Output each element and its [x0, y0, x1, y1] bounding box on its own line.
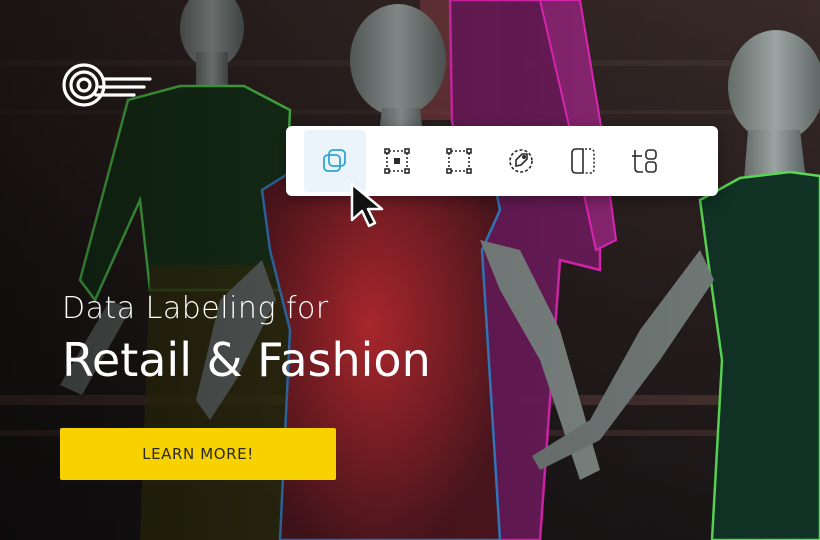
text-tag-icon — [632, 149, 657, 173]
split-frame-icon — [571, 148, 595, 174]
hero-subtitle: Data Labeling for — [62, 291, 329, 326]
learn-more-button[interactable]: LEARN MORE! — [60, 428, 336, 480]
bounding-box-point-icon — [384, 148, 410, 174]
overlap-squares-icon — [323, 149, 346, 172]
company-logo-icon — [62, 63, 152, 107]
hero-title: Retail & Fashion — [62, 333, 431, 387]
bounding-box-icon — [446, 148, 472, 174]
tool-text-tag[interactable] — [614, 130, 676, 192]
tool-bounding-box[interactable] — [428, 130, 490, 192]
tool-split-frame[interactable] — [552, 130, 614, 192]
tool-polygon-tag[interactable] — [490, 130, 552, 192]
hero-headline: Data Labeling for Retail & Fashion — [62, 290, 431, 388]
mouse-pointer-icon — [350, 182, 384, 228]
polygon-tag-icon — [509, 149, 533, 173]
